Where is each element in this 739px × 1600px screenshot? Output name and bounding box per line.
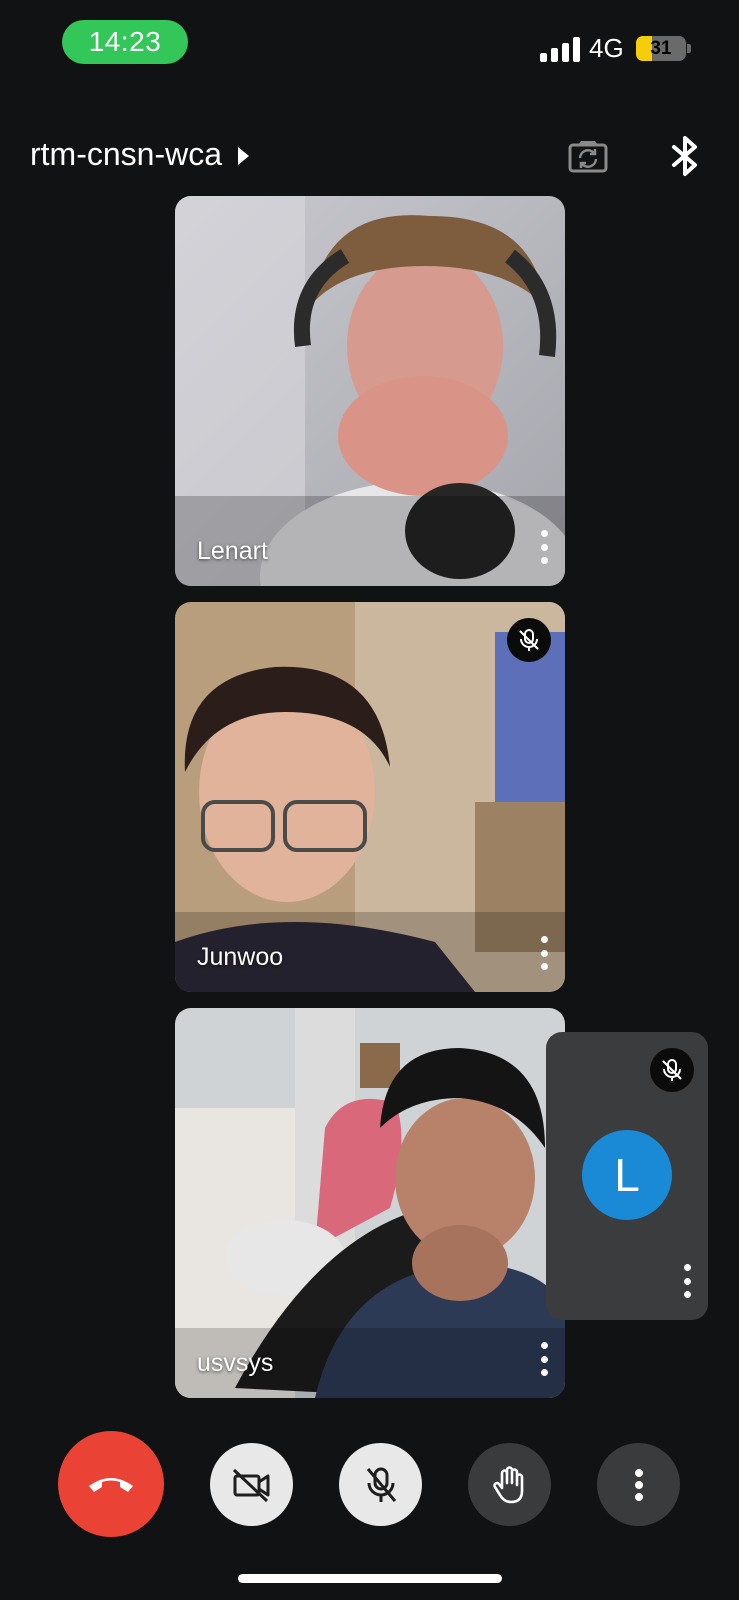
end-call-icon: [89, 1478, 133, 1492]
more-vert-icon: [634, 1468, 643, 1501]
participant-tile[interactable]: usvsys: [175, 1008, 565, 1398]
mic-off-icon: [519, 629, 539, 651]
flip-camera-button[interactable]: [564, 136, 612, 176]
battery-level: 31: [650, 37, 672, 59]
mic-off-icon: [662, 1059, 682, 1081]
battery-nub: [687, 44, 691, 53]
muted-indicator: [507, 618, 551, 662]
self-view-options-button[interactable]: [680, 1264, 694, 1298]
camera-flip-icon: [568, 141, 608, 173]
signal-strength-icon: [540, 36, 580, 62]
avatar: L: [582, 1130, 672, 1220]
muted-indicator: [650, 1048, 694, 1092]
bluetooth-icon: [672, 136, 697, 176]
participant-name: Lenart: [197, 537, 268, 565]
hand-icon: [492, 1465, 523, 1503]
meeting-code: rtm-cnsn-wca: [30, 136, 223, 172]
participant-tile[interactable]: Lenart: [175, 196, 565, 586]
camera-off-icon: [232, 1468, 269, 1502]
mic-off-icon: [366, 1467, 396, 1502]
participant-name: Junwoo: [197, 943, 284, 971]
more-options-button[interactable]: [597, 1443, 680, 1526]
meeting-title[interactable]: rtm-cnsn-wca: [30, 136, 250, 173]
home-indicator[interactable]: [238, 1574, 502, 1583]
participant-options-button[interactable]: [537, 936, 551, 970]
participant-video: [175, 196, 565, 586]
camera-toggle-button[interactable]: [210, 1443, 293, 1526]
participant-video: [175, 1008, 565, 1398]
battery-icon: 31: [636, 36, 686, 61]
caret-right-icon: [238, 146, 250, 165]
microphone-toggle-button[interactable]: [339, 1443, 422, 1526]
raise-hand-button[interactable]: [468, 1443, 551, 1526]
bluetooth-button[interactable]: [666, 132, 704, 180]
participant-options-button[interactable]: [537, 1342, 551, 1376]
participant-name: usvsys: [197, 1349, 274, 1377]
end-call-button[interactable]: [58, 1431, 164, 1537]
participant-video: [175, 602, 565, 992]
participant-options-button[interactable]: [537, 530, 551, 564]
participant-tile[interactable]: Junwoo: [175, 602, 565, 992]
self-view-tile[interactable]: L: [546, 1032, 708, 1320]
network-type: 4G: [589, 33, 624, 63]
status-time: 14:23: [62, 20, 188, 64]
